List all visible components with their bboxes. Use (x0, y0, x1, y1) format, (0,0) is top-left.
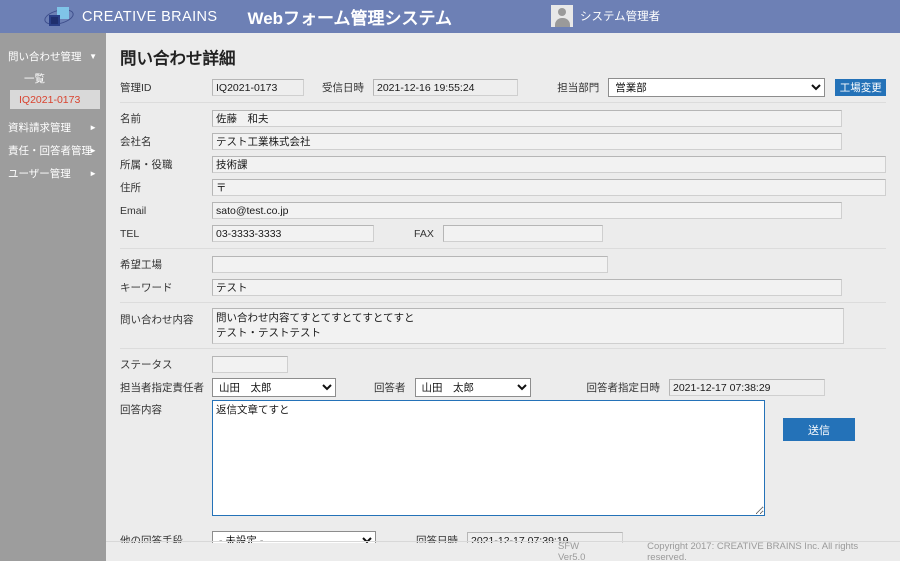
divider (120, 102, 886, 103)
shozoku-yakushoku-input[interactable] (212, 156, 886, 173)
sidebar-nav: 問い合わせ管理 ▼ 一覧 IQ2021-0173 資料請求管理 ► 責任・回答者… (0, 33, 106, 561)
chevron-right-icon: ► (89, 122, 97, 132)
keyword-label: キーワード (120, 282, 173, 294)
sidebar-item-label: IQ2021-0173 (19, 93, 81, 106)
namae-label: 名前 (120, 113, 141, 125)
footer-version: SFW Ver5.0 (558, 541, 586, 561)
row-answer-content: 回答内容 返信文章てすと 送信 (120, 400, 886, 516)
kaishamei-label: 会社名 (120, 136, 152, 148)
jushin-nichiji-label: 受信日時 (322, 82, 364, 94)
send-button[interactable]: 送信 (783, 418, 855, 441)
keyword-input[interactable] (212, 279, 842, 296)
row-responder: 担当者指定責任者 山田 太郎 回答者 山田 太郎 回答者指定日時 (120, 377, 886, 398)
tanto-bumon-select[interactable]: 営業部 (608, 78, 826, 97)
app-title: Webフォーム管理システム (247, 9, 453, 28)
row-tel-fax: TEL FAX (120, 223, 886, 244)
kibo-kojo-label: 希望工場 (120, 259, 162, 271)
kaitosha-shitei-nichiji-label: 回答者指定日時 (586, 382, 661, 394)
sidebar-item-inquiry-management[interactable]: 問い合わせ管理 ▼ (0, 45, 106, 68)
jusho-input[interactable] (212, 179, 886, 196)
user-account-box[interactable]: システム管理者 (551, 5, 660, 27)
kaishamei-input[interactable] (212, 133, 842, 150)
shozoku-yakushoku-label: 所属・役職 (120, 159, 173, 171)
sidebar-item-label: 一覧 (24, 73, 45, 85)
kaitosha-label: 回答者 (374, 382, 406, 394)
kaito-naiyo-textarea[interactable]: 返信文章てすと (212, 400, 765, 516)
divider (120, 248, 886, 249)
row-inquiry-content: 問い合わせ内容 問い合わせ内容てすとてすとてすとてすと テスト・テストテスト (120, 308, 886, 344)
row-preferred-factory: 希望工場 (120, 254, 886, 275)
user-name-label: システム管理者 (580, 11, 661, 23)
jushin-nichiji-input[interactable] (373, 79, 519, 96)
sidebar-item-label: 資料請求管理 (8, 122, 71, 134)
divider (120, 348, 886, 349)
kanri-id-input[interactable] (212, 79, 304, 96)
tel-label: TEL (120, 227, 140, 240)
kaitosha-select[interactable]: 山田 太郎 (414, 378, 531, 397)
tanto-bumon-label: 担当部門 (557, 82, 600, 94)
toiawase-naiyo-textarea[interactable]: 問い合わせ内容てすとてすとてすとてすと テスト・テストテスト (212, 308, 844, 344)
sidebar-item-label: 問い合わせ管理 (8, 51, 82, 63)
email-input[interactable] (212, 202, 842, 219)
toiawase-naiyo-label: 問い合わせ内容 (120, 314, 194, 326)
row-status: ステータス (120, 354, 886, 375)
row-keyword: キーワード (120, 277, 886, 298)
page-title: 問い合わせ詳細 (120, 50, 236, 68)
row-email: Email (120, 200, 886, 221)
namae-input[interactable] (212, 110, 842, 127)
sidebar-item-user-management[interactable]: ユーザー管理 ► (0, 162, 106, 185)
send-button-wrapper: 送信 (783, 418, 855, 441)
status-input[interactable] (212, 356, 288, 373)
email-label: Email (120, 204, 147, 217)
tantosha-sekininsha-label: 担当者指定責任者 (120, 382, 204, 394)
divider (120, 302, 886, 303)
status-label: ステータス (120, 359, 173, 371)
application-window: CREATIVE BRAINS Webフォーム管理システム システム管理者 問い… (0, 0, 900, 561)
brand-name: CREATIVE BRAINS (82, 8, 218, 25)
sidebar-item-label: 責任・回答者管理 (8, 145, 92, 157)
footer-copyright: Copyright 2017: CREATIVE BRAINS Inc. All… (647, 541, 859, 561)
kibo-kojo-input[interactable] (212, 256, 608, 273)
row-department-title: 所属・役職 (120, 154, 886, 175)
user-avatar-icon (551, 5, 573, 27)
app-footer: SFW Ver5.0 Copyright 2017: CREATIVE BRAI… (106, 541, 900, 561)
app-header: CREATIVE BRAINS Webフォーム管理システム システム管理者 (0, 0, 900, 33)
row-name: 名前 (120, 108, 886, 129)
logo-dark-square (49, 14, 60, 26)
creative-brains-logo-icon (42, 6, 76, 28)
sidebar-item-iq2021-0173[interactable]: IQ2021-0173 (10, 90, 100, 109)
sidebar-item-list[interactable]: 一覧 (0, 68, 106, 89)
row-address: 住所 (120, 177, 886, 198)
main-content: 問い合わせ詳細 管理ID 受信日時 担当部門 営業部 工場変更 名前 (106, 33, 900, 561)
kaito-naiyo-label: 回答内容 (120, 404, 162, 416)
inquiry-detail-form: 管理ID 受信日時 担当部門 営業部 工場変更 名前 会社名 (106, 77, 900, 561)
fax-input[interactable] (442, 225, 603, 242)
jusho-label: 住所 (120, 182, 141, 194)
sidebar-item-label: ユーザー管理 (8, 168, 71, 180)
kaitosha-shitei-nichiji-input[interactable] (669, 379, 825, 396)
row-company: 会社名 (120, 131, 886, 152)
chevron-down-icon: ▼ (89, 51, 97, 61)
tel-input[interactable] (212, 225, 374, 242)
fax-label: FAX (414, 227, 434, 240)
kanri-id-label: 管理ID (120, 82, 152, 94)
factory-change-button[interactable]: 工場変更 (835, 79, 886, 96)
chevron-right-icon: ► (89, 168, 97, 178)
chevron-right-icon: ► (89, 145, 97, 155)
sidebar-item-document-request-management[interactable]: 資料請求管理 ► (0, 116, 106, 139)
row-id-date-dept: 管理ID 受信日時 担当部門 営業部 工場変更 (120, 77, 886, 98)
sidebar-item-responsible-responder-management[interactable]: 責任・回答者管理 ► (0, 139, 106, 162)
tantosha-sekininsha-select[interactable]: 山田 太郎 (212, 378, 336, 397)
